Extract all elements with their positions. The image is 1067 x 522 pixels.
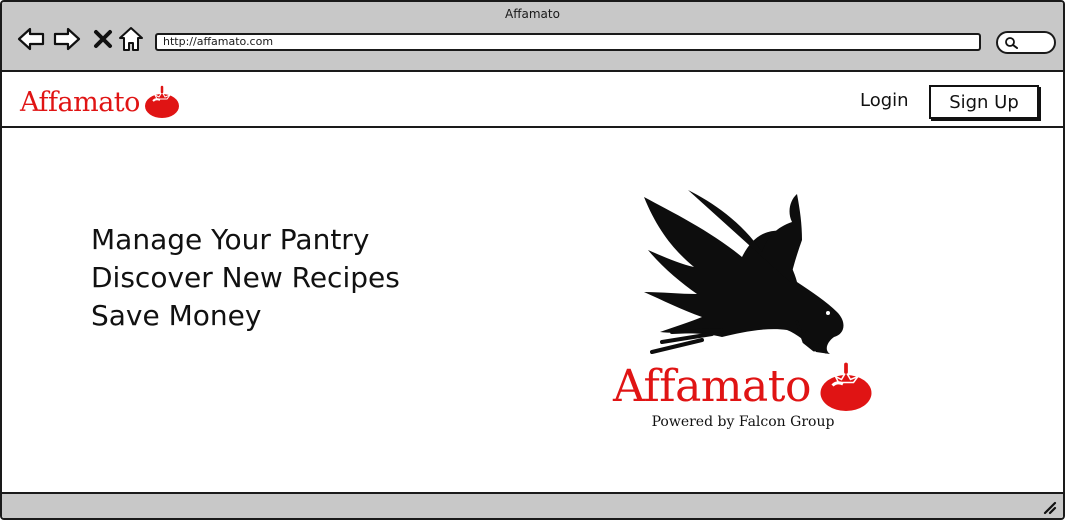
hero-logo: Affamato [613, 360, 875, 414]
address-bar[interactable]: http://affamato.com [155, 33, 981, 51]
forward-button[interactable] [52, 24, 82, 54]
brand-name: Affamato [20, 86, 140, 118]
signup-button[interactable]: Sign Up [929, 85, 1039, 119]
home-icon [119, 27, 143, 51]
browser-search-field[interactable] [996, 31, 1056, 54]
tagline-list: Manage Your Pantry Discover New Recipes … [91, 221, 400, 335]
hero-brand-name: Affamato [613, 361, 811, 412]
header-logo[interactable]: Affamato [20, 84, 181, 120]
stop-button[interactable] [88, 24, 118, 54]
status-bar [2, 492, 1063, 518]
tagline: Save Money [91, 299, 262, 332]
tagline: Manage Your Pantry [91, 223, 370, 256]
resize-grip-icon[interactable] [1041, 499, 1057, 515]
login-button[interactable]: Login [848, 90, 921, 111]
tomato-icon [820, 362, 872, 411]
browser-chrome: Affamato http://affamato.com [2, 2, 1063, 72]
browser-window: Affamato http://affamato.com Affamato Lo… [0, 0, 1065, 520]
window-title: Affamato [505, 7, 560, 21]
back-button[interactable] [16, 24, 46, 54]
powered-by-text: Powered by Falcon Group [651, 414, 835, 430]
tomato-icon [144, 85, 179, 118]
forward-arrow-icon [53, 27, 81, 51]
home-button[interactable] [116, 24, 146, 54]
search-icon [1005, 37, 1018, 49]
close-x-icon [94, 30, 112, 48]
back-arrow-icon [17, 27, 45, 51]
tagline: Discover New Recipes [91, 261, 400, 294]
